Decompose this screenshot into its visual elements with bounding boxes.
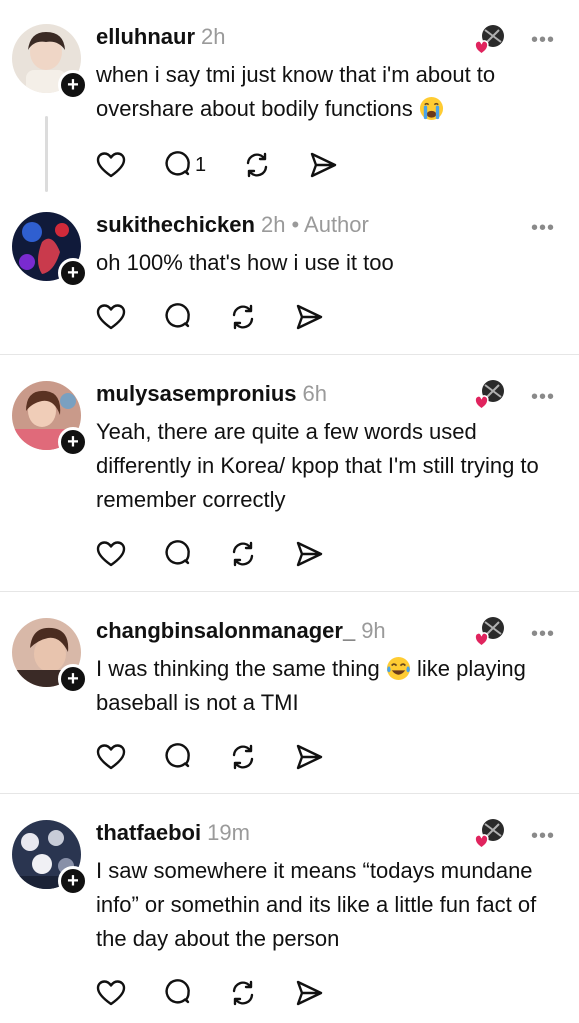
comment-icon	[165, 303, 190, 328]
follow-plus-icon[interactable]: +	[58, 866, 88, 896]
username[interactable]: elluhnaur	[96, 24, 195, 50]
comment-icon	[165, 743, 190, 768]
reply-count: 1	[195, 153, 207, 176]
like-button[interactable]	[96, 539, 126, 569]
repost-icon	[232, 304, 254, 330]
reply-button[interactable]	[162, 978, 192, 1008]
like-button[interactable]	[96, 302, 126, 332]
heart-icon	[96, 541, 126, 567]
repost-button[interactable]	[228, 978, 258, 1008]
author-tag: • Author	[291, 212, 369, 237]
share-button[interactable]	[294, 978, 324, 1008]
like-button[interactable]	[96, 742, 126, 772]
more-icon[interactable]: •••	[531, 826, 555, 846]
action-bar	[96, 740, 360, 774]
share-button[interactable]	[294, 742, 324, 772]
post-1: + elluhnaur 2h ••• when i say tmi just k…	[0, 0, 579, 196]
post-text: I saw somewhere it means “todays mundane…	[96, 858, 537, 951]
heart-icon	[96, 152, 126, 178]
post-4: + changbinsalonmanager_ 9h ••• I was thi…	[0, 591, 579, 793]
thread-line	[45, 116, 48, 192]
follow-plus-icon[interactable]: +	[58, 258, 88, 288]
repost-button[interactable]	[228, 742, 258, 772]
username[interactable]: thatfaeboi	[96, 820, 201, 846]
repost-icon	[232, 541, 254, 567]
more-icon[interactable]: •••	[531, 30, 555, 50]
reaction-avatar-icon[interactable]	[473, 616, 505, 648]
action-bar	[96, 300, 360, 334]
comment-icon	[165, 979, 190, 1004]
username[interactable]: changbinsalonmanager_	[96, 618, 355, 644]
reply-button[interactable]	[162, 539, 192, 569]
comment-icon	[165, 540, 190, 565]
post-text: when i say tmi just know that i'm about …	[96, 62, 496, 121]
follow-plus-icon[interactable]: +	[58, 70, 88, 100]
username[interactable]: mulysasempronius	[96, 381, 297, 407]
repost-icon	[232, 744, 254, 770]
follow-plus-icon[interactable]: +	[58, 427, 88, 457]
repost-button[interactable]	[242, 150, 272, 180]
send-icon	[296, 744, 323, 770]
like-button[interactable]	[96, 978, 126, 1008]
more-icon[interactable]: •••	[531, 624, 555, 644]
heart-icon	[96, 304, 126, 330]
timestamp: 2h	[201, 24, 226, 49]
username[interactable]: sukithechicken	[96, 212, 255, 238]
share-button[interactable]	[294, 302, 324, 332]
post-text: I was thinking the same thing like playi…	[96, 656, 526, 715]
repost-button[interactable]	[228, 539, 258, 569]
timestamp: 2h	[260, 212, 286, 237]
send-icon	[296, 304, 323, 330]
comment-icon	[165, 151, 190, 176]
reaction-avatar-icon[interactable]	[473, 24, 505, 56]
repost-button[interactable]	[228, 302, 258, 332]
timestamp: 9h	[361, 618, 386, 643]
tears-of-joy-emoji	[386, 656, 410, 681]
follow-plus-icon[interactable]: +	[58, 664, 88, 694]
post-text: Yeah, there are quite a few words used d…	[96, 419, 539, 512]
post-text: oh 100% that's how i use it too	[96, 250, 394, 275]
reaction-avatar-icon[interactable]	[473, 818, 505, 850]
like-button[interactable]	[96, 150, 126, 180]
timestamp: 19m	[207, 820, 250, 845]
post-5: + thatfaeboi 19m ••• I saw somewhere it …	[0, 793, 579, 1022]
more-icon[interactable]: •••	[531, 387, 555, 407]
post-2: + + sukithechicken 2h • Author ••• oh 10…	[0, 196, 579, 354]
send-icon	[296, 980, 323, 1006]
reply-button[interactable]	[162, 302, 192, 332]
send-icon	[310, 152, 337, 178]
action-bar	[96, 976, 360, 1010]
action-bar	[96, 537, 360, 571]
share-button[interactable]	[308, 150, 338, 180]
reaction-avatar-icon[interactable]	[473, 379, 505, 411]
crying-face-emoji	[419, 96, 443, 121]
timestamp: 6h	[302, 381, 327, 406]
heart-icon	[96, 744, 126, 770]
reply-button[interactable]	[162, 742, 192, 772]
send-icon	[296, 541, 323, 567]
more-icon[interactable]: •••	[531, 218, 555, 238]
action-bar: 1	[96, 148, 374, 182]
heart-icon	[96, 980, 126, 1006]
reply-button[interactable]: 1	[162, 150, 206, 180]
repost-icon	[232, 980, 254, 1006]
post-3: + mulysasempronius 6h ••• Yeah, there ar…	[0, 354, 579, 591]
repost-icon	[246, 152, 268, 178]
share-button[interactable]	[294, 539, 324, 569]
